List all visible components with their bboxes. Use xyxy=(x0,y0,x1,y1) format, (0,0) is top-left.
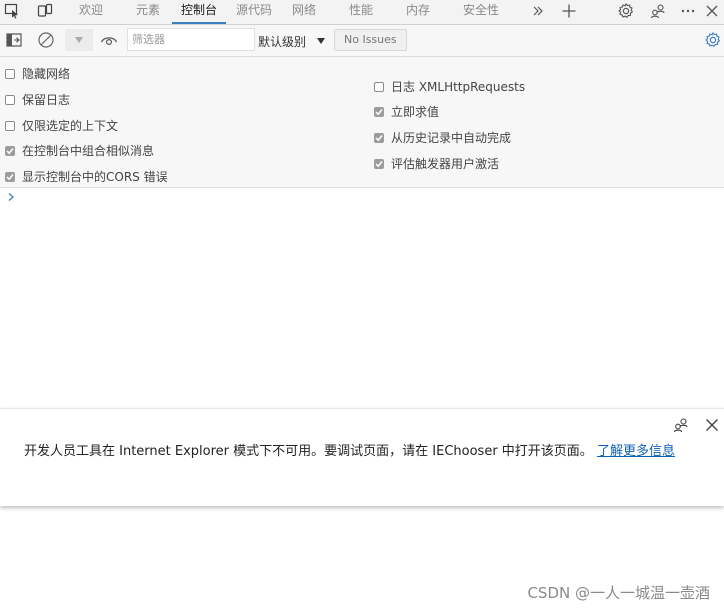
checkbox[interactable] xyxy=(374,158,384,169)
close-devtools-icon[interactable] xyxy=(700,0,724,22)
option-label: 评估触发器用户激活 xyxy=(391,157,500,171)
checkbox[interactable] xyxy=(5,68,15,79)
clear-console-icon[interactable] xyxy=(34,29,58,51)
checkbox[interactable] xyxy=(5,120,15,131)
tab-welcome[interactable]: 欢迎 xyxy=(76,0,106,22)
option-log-xmlhttprequests[interactable]: 日志 XMLHttpRequests xyxy=(374,78,525,95)
option-label: 日志 XMLHttpRequests xyxy=(391,80,526,94)
option-label: 在控制台中组合相似消息 xyxy=(22,144,155,158)
checkbox[interactable] xyxy=(374,106,384,117)
more-options-ellipsis-icon[interactable] xyxy=(676,0,700,22)
tab-network[interactable]: 网络 xyxy=(289,0,319,22)
checkbox[interactable] xyxy=(5,145,15,156)
log-level-dropdown[interactable]: 默认级别 xyxy=(258,33,326,50)
live-expression-eye-icon[interactable] xyxy=(97,29,121,51)
settings-gear-icon[interactable] xyxy=(614,0,638,22)
option-autocomplete-from-history[interactable]: 从历史记录中自动完成 xyxy=(374,129,511,146)
feedback-people-icon[interactable] xyxy=(672,416,690,437)
option-label: 保留日志 xyxy=(22,93,71,107)
feedback-people-icon[interactable] xyxy=(646,0,670,22)
checkbox[interactable] xyxy=(5,171,15,182)
console-toolbar: 默认级别 No Issues xyxy=(0,25,724,57)
option-treat-evaluation-as-user-activation[interactable]: 评估触发器用户激活 xyxy=(374,155,499,172)
ie-mode-notice: 开发人员工具在 Internet Explorer 模式下不可用。要调试页面，请… xyxy=(0,408,724,506)
issues-button[interactable]: No Issues xyxy=(334,29,407,51)
device-emulation-icon[interactable] xyxy=(33,0,57,22)
option-label: 从历史记录中自动完成 xyxy=(391,131,512,145)
tab-console[interactable]: 控制台 xyxy=(172,0,226,24)
option-hide-network[interactable]: 隐藏网络 xyxy=(5,65,70,82)
option-selected-context-only[interactable]: 仅限选定的上下文 xyxy=(5,117,118,134)
learn-more-link[interactable]: 了解更多信息 xyxy=(597,444,675,459)
console-settings-panel: 隐藏网络 保留日志 仅限选定的上下文 在控制台中组合相似消息 显示控制台中的CO… xyxy=(0,57,724,188)
checkbox[interactable] xyxy=(374,132,384,143)
context-selector-chevron-icon[interactable] xyxy=(65,29,93,51)
filter-input[interactable] xyxy=(127,28,255,51)
option-preserve-log[interactable]: 保留日志 xyxy=(5,91,70,108)
option-label: 隐藏网络 xyxy=(22,67,71,81)
tab-memory[interactable]: 内存 xyxy=(403,0,433,22)
checkbox[interactable] xyxy=(374,81,384,92)
notice-message: 开发人员工具在 Internet Explorer 模式下不可用。要调试页面，请… xyxy=(24,441,708,462)
option-group-similar-messages[interactable]: 在控制台中组合相似消息 xyxy=(5,142,154,159)
tab-elements[interactable]: 元素 xyxy=(133,0,163,22)
watermark: CSDN @一人一城温一壶酒 xyxy=(527,584,710,602)
checkbox[interactable] xyxy=(5,94,15,105)
devtools-tab-bar: 欢迎 元素 控制台 源代码 网络 性能 内存 安全性 xyxy=(0,0,724,25)
tab-performance[interactable]: 性能 xyxy=(346,0,376,22)
add-tab-plus-icon[interactable] xyxy=(557,0,581,22)
inspect-element-icon[interactable] xyxy=(0,0,24,22)
option-label: 立即求值 xyxy=(391,105,440,119)
tab-security[interactable]: 安全性 xyxy=(460,0,502,22)
tab-sources[interactable]: 源代码 xyxy=(234,0,274,22)
notice-text: 开发人员工具在 Internet Explorer 模式下不可用。要调试页面，请… xyxy=(24,444,593,459)
console-prompt-chevron-icon xyxy=(7,191,15,205)
console-settings-gear-icon[interactable] xyxy=(701,29,724,51)
more-tabs-chevron-icon[interactable] xyxy=(526,0,550,22)
option-label: 仅限选定的上下文 xyxy=(22,119,119,133)
log-level-label: 默认级别 xyxy=(258,35,307,49)
option-eager-evaluation[interactable]: 立即求值 xyxy=(374,103,439,120)
chevron-down-icon xyxy=(316,34,326,48)
option-label: 显示控制台中的CORS 错误 xyxy=(22,170,168,184)
toggle-sidebar-icon[interactable] xyxy=(2,29,26,51)
console-output-area[interactable] xyxy=(0,188,724,408)
option-show-cors-errors[interactable]: 显示控制台中的CORS 错误 xyxy=(5,168,168,185)
close-notice-icon[interactable] xyxy=(705,418,719,435)
